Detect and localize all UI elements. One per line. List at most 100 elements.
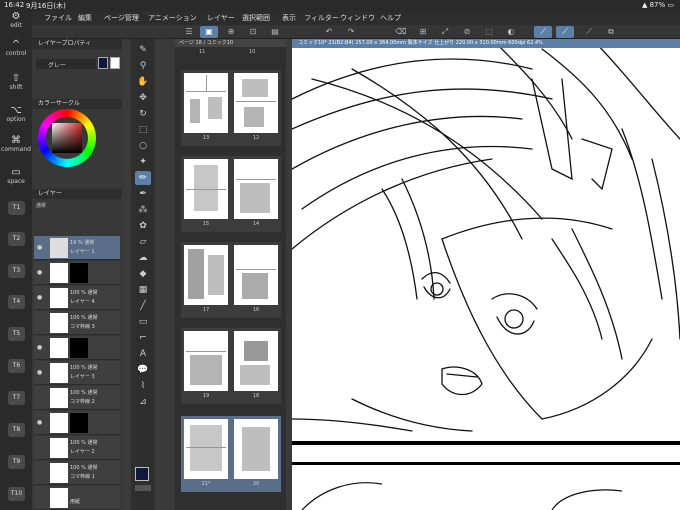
tkey-7[interactable]: T7 bbox=[8, 391, 25, 405]
space-key[interactable]: ▭ space bbox=[0, 167, 32, 185]
edit-key[interactable]: ⚙ edit bbox=[0, 11, 32, 29]
grid-icon[interactable]: ⟋ bbox=[580, 26, 598, 38]
menu-edit[interactable]: 編集 bbox=[78, 13, 92, 23]
layer-row[interactable]: 100 % 通常 コマ枠線 1 bbox=[34, 461, 120, 485]
snap-ruler-icon[interactable]: ⟋ bbox=[534, 26, 552, 38]
color-mode-toggle[interactable] bbox=[135, 485, 151, 491]
main-color-swatch[interactable] bbox=[98, 57, 108, 69]
select-all-icon[interactable]: ⬚ bbox=[480, 26, 498, 38]
page-thumbnail[interactable] bbox=[184, 245, 228, 305]
blend-mode-select[interactable]: 通常 bbox=[36, 202, 66, 210]
export-icon[interactable]: ▤ bbox=[266, 26, 284, 38]
page-thumbnail[interactable] bbox=[234, 419, 278, 479]
eye-icon[interactable]: ● bbox=[37, 419, 42, 426]
tkey-4[interactable]: T4 bbox=[8, 295, 25, 309]
deselect-icon[interactable]: ⊘ bbox=[458, 26, 476, 38]
hamburger-icon[interactable]: ☰ bbox=[180, 26, 198, 38]
page-thumbnail[interactable] bbox=[184, 419, 228, 479]
balloon-tool-icon[interactable]: 💬 bbox=[135, 363, 151, 377]
undo-icon[interactable]: ↶ bbox=[320, 26, 338, 38]
text-tool-icon[interactable]: A bbox=[135, 347, 151, 361]
page-spread[interactable]: 15 14 bbox=[181, 156, 281, 232]
layer-row[interactable]: ● bbox=[34, 261, 120, 285]
correction-tool-icon[interactable]: ⌇ bbox=[135, 379, 151, 393]
eye-icon[interactable]: ● bbox=[37, 369, 42, 376]
clear-icon[interactable]: ⌫ bbox=[392, 26, 410, 38]
snap-special-icon[interactable]: ⟋ bbox=[556, 26, 574, 38]
tkey-9[interactable]: T9 bbox=[8, 455, 25, 469]
airbrush-tool-icon[interactable]: ⁂ bbox=[135, 203, 151, 217]
frame-tool-icon[interactable]: ▭ bbox=[135, 315, 151, 329]
invert-icon[interactable]: ◐ bbox=[502, 26, 520, 38]
rotate-tool-icon[interactable]: ↻ bbox=[135, 107, 151, 121]
menu-animation[interactable]: アニメーション bbox=[148, 13, 197, 23]
gray-select[interactable]: グレー bbox=[36, 59, 96, 69]
option-key[interactable]: ⌥ option bbox=[0, 105, 32, 123]
page-spread-selected[interactable]: 21* 20 bbox=[181, 416, 281, 492]
layer-row[interactable]: 100 % 通常 レイヤー 2 bbox=[34, 436, 120, 460]
zoom-tool-icon[interactable]: ⚲ bbox=[135, 59, 151, 73]
page-thumbnail[interactable] bbox=[234, 245, 278, 305]
layer-row[interactable]: ● bbox=[34, 336, 120, 360]
tkey-6[interactable]: T6 bbox=[8, 359, 25, 373]
new-icon[interactable]: ⊕ bbox=[222, 26, 240, 38]
layer-row[interactable]: 100 % 通常 コマ枠線 3 bbox=[34, 311, 120, 335]
fill-tool-icon[interactable]: ◆ bbox=[135, 267, 151, 281]
select-tool-icon[interactable]: ⬚ bbox=[135, 123, 151, 137]
ruler-icon[interactable]: ⧉ bbox=[602, 26, 620, 38]
page-thumbnail[interactable] bbox=[184, 159, 228, 219]
menu-window[interactable]: ウィンドウ bbox=[340, 13, 375, 23]
wand-tool-icon[interactable]: ✦ bbox=[135, 155, 151, 169]
eye-icon[interactable]: ● bbox=[37, 344, 42, 351]
drawing-canvas[interactable] bbox=[292, 39, 680, 510]
tkey-10[interactable]: T10 bbox=[8, 487, 25, 501]
main-color-icon[interactable] bbox=[135, 467, 149, 481]
pencil-tool-icon[interactable]: ✏ bbox=[135, 171, 151, 185]
move-tool-icon[interactable]: ✥ bbox=[135, 91, 151, 105]
figure-tool-icon[interactable]: ╱ bbox=[135, 299, 151, 313]
hand-tool-icon[interactable]: ✋ bbox=[135, 75, 151, 89]
shift-key[interactable]: ⇧ shift bbox=[0, 73, 32, 91]
decoration-tool-icon[interactable]: ✿ bbox=[135, 219, 151, 233]
lasso-tool-icon[interactable]: ○ bbox=[135, 139, 151, 153]
control-key[interactable]: ^ control bbox=[0, 39, 32, 57]
layer-row[interactable]: 100 % 通常 コマ枠線 2 bbox=[34, 386, 120, 410]
pen-tool-icon[interactable]: ✎ bbox=[135, 43, 151, 57]
sub-color-swatch[interactable] bbox=[110, 57, 120, 69]
layer-row[interactable]: ● bbox=[34, 411, 120, 435]
ruler-tool-icon[interactable]: ⌐ bbox=[135, 331, 151, 345]
menu-file[interactable]: ファイル bbox=[44, 13, 72, 23]
redo-icon[interactable]: ↷ bbox=[342, 26, 360, 38]
menu-page[interactable]: ページ管理 bbox=[104, 13, 139, 23]
eye-icon[interactable]: ● bbox=[37, 269, 42, 276]
save-icon[interactable]: ▣ bbox=[200, 26, 218, 38]
page-thumbnail[interactable] bbox=[234, 159, 278, 219]
tkey-3[interactable]: T3 bbox=[8, 264, 25, 278]
page-thumbnail[interactable] bbox=[184, 73, 228, 133]
layer-row[interactable]: 用紙 bbox=[34, 486, 120, 510]
page-thumbnail[interactable] bbox=[234, 73, 278, 133]
page-spread[interactable]: 13 12 bbox=[181, 70, 281, 146]
layer-row[interactable]: ● 100 % 通常 レイヤー 4 bbox=[34, 286, 120, 310]
menu-view[interactable]: 表示 bbox=[282, 13, 296, 23]
menu-filter[interactable]: フィルター bbox=[304, 13, 339, 23]
page-spread[interactable]: 19 18 bbox=[181, 328, 281, 404]
menu-selection[interactable]: 選択範囲 bbox=[242, 13, 270, 23]
layer-row[interactable]: ● 19 % 通常 レイヤー 1 bbox=[34, 236, 120, 260]
layer-row[interactable]: ● 100 % 通常 レイヤー 3 bbox=[34, 361, 120, 385]
brush-tool-icon[interactable]: ✒ bbox=[135, 187, 151, 201]
eyedropper-tool-icon[interactable]: ⊿ bbox=[135, 395, 151, 409]
tkey-8[interactable]: T8 bbox=[8, 423, 25, 437]
blend-tool-icon[interactable]: ☁ bbox=[135, 251, 151, 265]
tkey-2[interactable]: T2 bbox=[8, 232, 25, 246]
menu-layer[interactable]: レイヤー bbox=[207, 13, 235, 23]
page-tabs[interactable]: ページ 18 / コミック10 bbox=[175, 39, 286, 47]
transform-icon[interactable]: ⤢ bbox=[436, 26, 454, 38]
open-icon[interactable]: ⊡ bbox=[244, 26, 262, 38]
tkey-5[interactable]: T5 bbox=[8, 327, 25, 341]
fill-icon[interactable]: ⊞ bbox=[414, 26, 432, 38]
menu-help[interactable]: ヘルプ bbox=[380, 13, 401, 23]
eye-icon[interactable]: ● bbox=[37, 294, 42, 301]
eraser-tool-icon[interactable]: ▱ bbox=[135, 235, 151, 249]
document-tab[interactable]: コミック10* 21(B2:B4) 257.00 x 364.00mm 製本サイ… bbox=[292, 39, 680, 48]
